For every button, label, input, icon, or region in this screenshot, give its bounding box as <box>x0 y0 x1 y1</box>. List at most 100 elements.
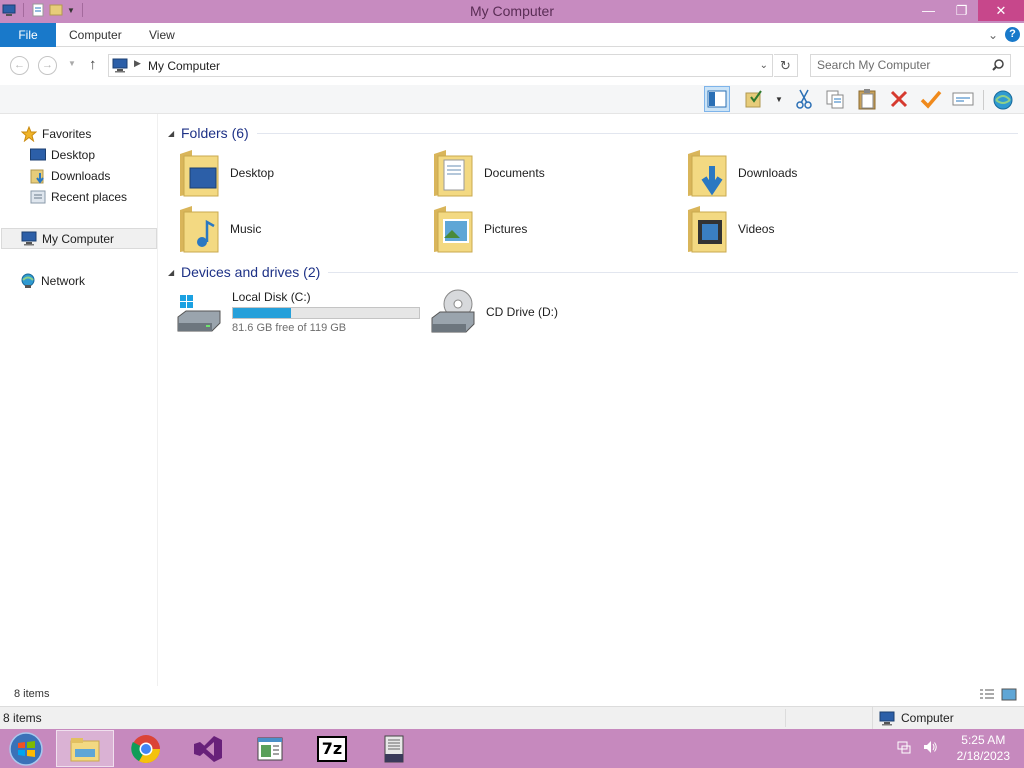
folder-name: Downloads <box>738 166 798 180</box>
tab-computer[interactable]: Computer <box>69 23 122 47</box>
search-icon[interactable] <box>991 58 1005 75</box>
taskbar-7zip[interactable]: 7z <box>303 730 361 767</box>
drive-name: CD Drive (D:) <box>486 305 558 319</box>
rename-button[interactable] <box>918 86 944 112</box>
folder-videos[interactable]: Videos <box>686 203 926 255</box>
computer-icon <box>879 711 895 725</box>
folder-downloads[interactable]: Downloads <box>686 147 926 199</box>
breadcrumb-separator-icon[interactable]: ▶ <box>134 58 141 69</box>
clock[interactable]: 5:25 AM 2/18/2023 <box>957 732 1010 764</box>
ribbon-tabs: File Computer View ⌄ ? <box>0 23 1024 47</box>
documents-folder-icon <box>434 150 473 197</box>
help-icon[interactable]: ? <box>1005 27 1020 42</box>
cut-button[interactable] <box>791 86 817 112</box>
delete-icon <box>890 90 908 108</box>
windows-start-icon <box>9 732 43 766</box>
folder-music[interactable]: Music <box>178 203 418 255</box>
clock-date: 2/18/2023 <box>956 749 1010 763</box>
drive-d[interactable]: CD Drive (D:) <box>430 286 558 338</box>
forward-button[interactable]: → <box>38 56 57 75</box>
taskbar: 7z 5:25 AM 2/18/2023 <box>0 729 1024 768</box>
copy-button[interactable] <box>822 86 848 112</box>
minimize-button[interactable]: — <box>912 0 945 21</box>
taskbar-visual-studio[interactable] <box>179 730 237 767</box>
refresh-button[interactable]: ↻ <box>774 54 798 77</box>
select-dropdown-icon[interactable]: ▼ <box>771 86 787 112</box>
large-icons-view-icon[interactable] <box>1001 687 1017 704</box>
properties-icon <box>952 92 974 106</box>
7zip-icon: 7z <box>317 735 347 762</box>
up-button[interactable]: ↑ <box>89 56 97 73</box>
volume-icon[interactable] <box>922 739 938 758</box>
network-globe-button[interactable] <box>990 86 1016 112</box>
details-view-icon[interactable] <box>979 687 995 704</box>
system-tray <box>896 739 938 758</box>
preview-pane-button[interactable] <box>704 86 730 112</box>
folder-pictures[interactable]: Pictures <box>432 203 672 255</box>
back-button[interactable]: ← <box>10 56 29 75</box>
drive-c[interactable]: Local Disk (C:) 81.6 GB free of 119 GB <box>176 286 420 338</box>
status-bar: 8 items <box>0 686 1024 706</box>
title-bar[interactable]: ▼ My Computer — ❐ ✕ <box>0 0 1024 23</box>
desktop-icon <box>30 147 46 163</box>
recent-places-icon <box>30 189 46 205</box>
command-toolbar: ▼ <box>0 85 1024 114</box>
recent-locations-icon[interactable]: ▼ <box>68 59 76 68</box>
address-dropdown-icon[interactable]: ⌄ <box>760 60 768 71</box>
visual-studio-icon <box>194 735 222 762</box>
folder-documents[interactable]: Documents <box>432 147 672 199</box>
sidebar-item-recent-places[interactable]: Recent places <box>0 186 158 207</box>
cd-drive-icon <box>431 289 475 333</box>
paste-button[interactable] <box>854 86 880 112</box>
properties-button[interactable] <box>950 86 976 112</box>
videos-folder-icon <box>688 206 727 253</box>
sidebar-item-downloads[interactable]: Downloads <box>0 165 158 186</box>
restore-button[interactable]: ❐ <box>945 0 978 21</box>
computer-icon <box>21 231 37 247</box>
search-box[interactable] <box>810 54 1011 77</box>
item-count: 8 items <box>3 711 42 725</box>
tab-file[interactable]: File <box>0 23 56 47</box>
notepad-icon <box>257 737 283 760</box>
computer-icon <box>112 58 130 76</box>
file-explorer-icon <box>70 737 100 761</box>
network-status-icon[interactable] <box>896 739 912 758</box>
zone-label: Computer <box>901 711 954 725</box>
sidebar-item-desktop[interactable]: Desktop <box>0 144 158 165</box>
folder-name: Desktop <box>230 166 275 180</box>
navigation-pane: Favorites Desktop Downloads Recent place… <box>0 114 158 686</box>
taskbar-chrome[interactable] <box>117 730 175 767</box>
search-input[interactable] <box>817 58 987 72</box>
desktop-folder-icon <box>180 150 219 197</box>
folder-name: Pictures <box>484 222 528 236</box>
start-button[interactable] <box>6 731 46 767</box>
breadcrumb[interactable]: My Computer <box>148 59 220 73</box>
tab-view[interactable]: View <box>149 23 175 47</box>
archive-icon <box>384 735 404 762</box>
copy-icon <box>826 90 844 109</box>
drive-name: Local Disk (C:) <box>232 290 311 304</box>
drives-group-header[interactable]: ◢ Devices and drives (2) <box>168 263 1018 281</box>
collapse-icon[interactable]: ◢ <box>168 129 181 138</box>
sidebar-item-network[interactable]: Network <box>0 270 158 291</box>
taskbar-archive-tool[interactable] <box>365 730 423 767</box>
collapse-icon[interactable]: ◢ <box>168 268 181 277</box>
address-bar[interactable]: ▶ My Computer ⌄ <box>108 54 773 77</box>
scissors-icon <box>796 89 812 109</box>
taskbar-file-explorer[interactable] <box>56 730 114 767</box>
expand-ribbon-icon[interactable]: ⌄ <box>988 28 998 42</box>
hard-drive-icon <box>177 295 221 332</box>
sidebar-item-favorites[interactable]: Favorites <box>0 123 158 144</box>
group-title: Devices and drives (2) <box>181 264 321 280</box>
taskbar-notepad[interactable] <box>241 730 299 767</box>
delete-button[interactable] <box>886 86 912 112</box>
sidebar-item-label: Downloads <box>51 168 111 183</box>
downloads-icon <box>30 168 46 184</box>
select-folder-button[interactable] <box>744 86 764 112</box>
folders-group-header[interactable]: ◢ Folders (6) <box>168 124 1018 142</box>
close-button[interactable]: ✕ <box>978 0 1024 21</box>
sidebar-item-label: Recent places <box>51 189 128 204</box>
folder-desktop[interactable]: Desktop <box>178 147 418 199</box>
drive-usage-bar <box>232 307 420 319</box>
sidebar-item-my-computer[interactable]: My Computer <box>1 228 157 249</box>
